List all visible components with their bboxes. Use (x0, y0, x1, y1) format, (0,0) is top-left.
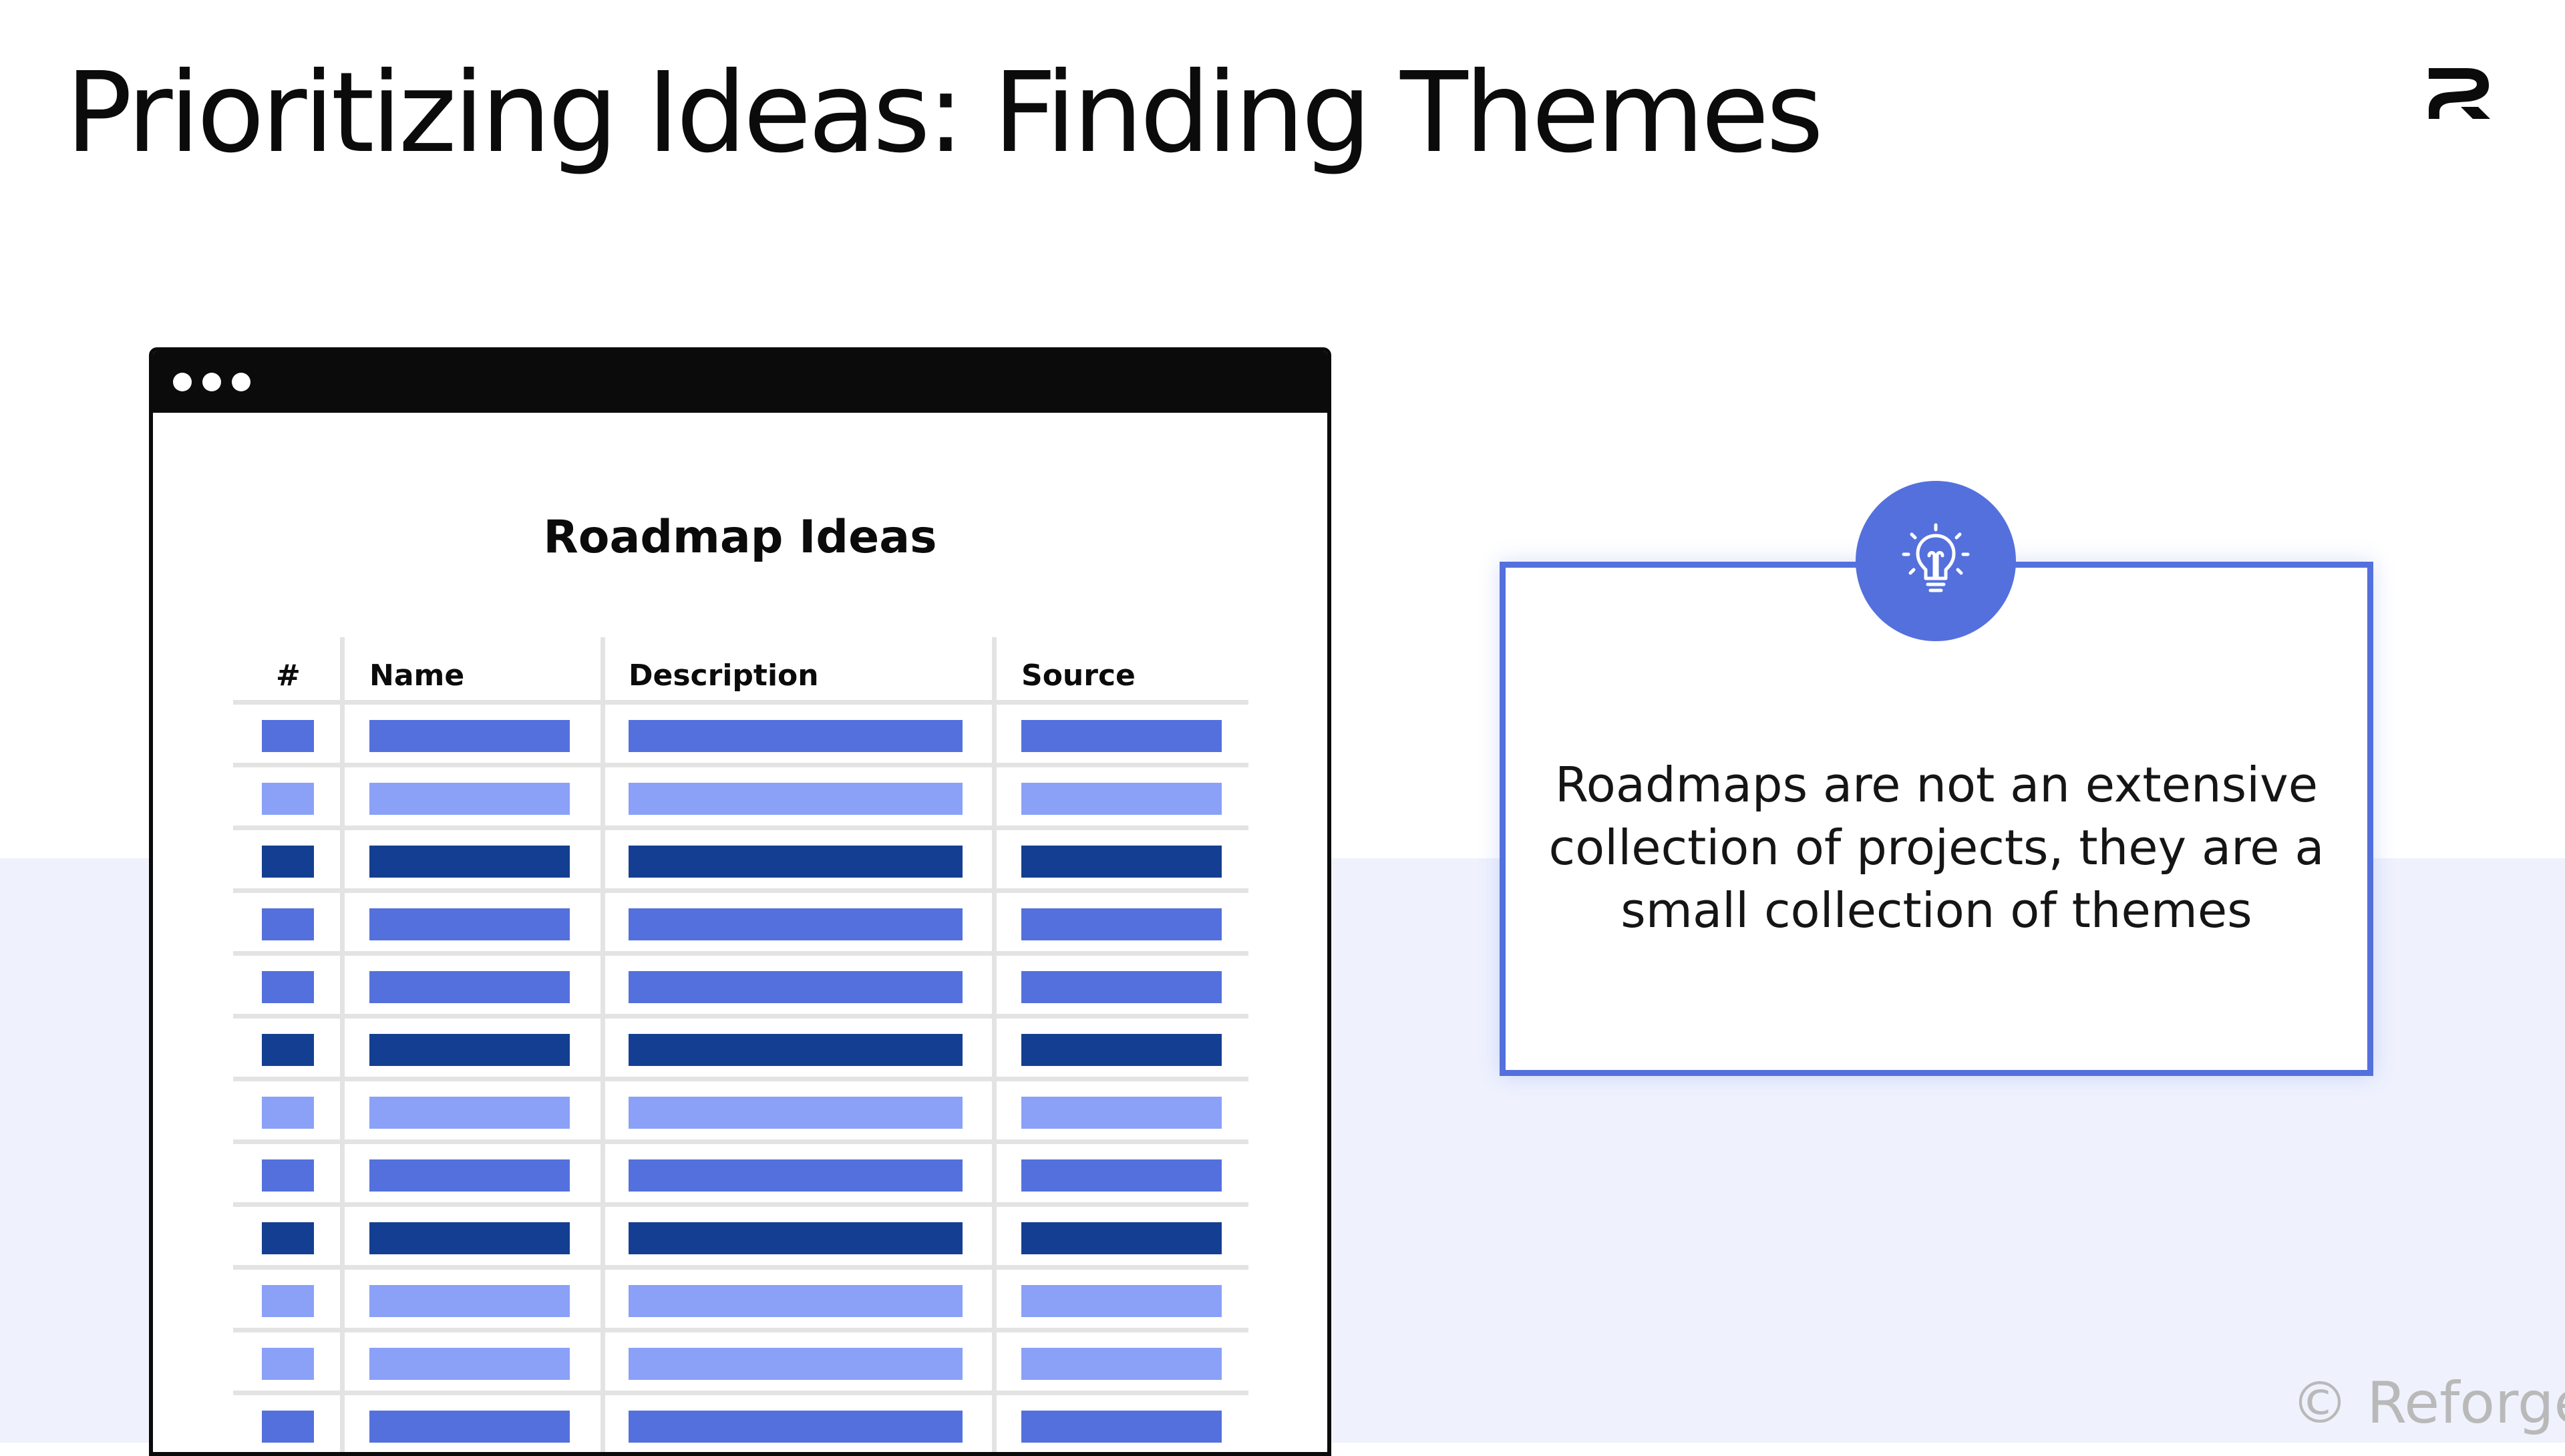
row-divider (233, 826, 1248, 830)
row-description-placeholder (629, 971, 963, 1003)
row-source-placeholder (1021, 1034, 1222, 1066)
row-divider (233, 888, 1248, 893)
row-divider (233, 763, 1248, 767)
table-title: Roadmap Ideas (543, 511, 937, 564)
row-name-placeholder (369, 720, 570, 752)
row-name-placeholder (369, 1097, 570, 1129)
row-source-placeholder (1021, 1348, 1222, 1380)
row-name-placeholder (369, 1222, 570, 1254)
row-number-placeholder (262, 846, 314, 878)
row-divider (233, 1014, 1248, 1019)
row-divider (233, 1139, 1248, 1144)
row-description-placeholder (629, 1159, 963, 1192)
column-header-name: Name (369, 659, 465, 693)
row-description-placeholder (629, 1034, 963, 1066)
row-description-placeholder (629, 1097, 963, 1129)
lightbulb-icon (1902, 523, 1970, 592)
row-name-placeholder (369, 846, 570, 878)
row-source-placeholder (1021, 846, 1222, 878)
callout-text: Roadmaps are not an extensive collection… (1548, 757, 2325, 938)
row-number-placeholder (262, 783, 314, 815)
row-name-placeholder (369, 971, 570, 1003)
column-header-number: # (276, 659, 301, 693)
row-description-placeholder (629, 846, 963, 878)
row-source-placeholder (1021, 1222, 1222, 1254)
window-dot-icon (232, 373, 250, 391)
column-divider (992, 637, 997, 1452)
row-name-placeholder (369, 1411, 570, 1443)
row-description-placeholder (629, 1222, 963, 1254)
row-description-placeholder (629, 1285, 963, 1317)
column-divider (340, 637, 345, 1452)
row-source-placeholder (1021, 1097, 1222, 1129)
row-name-placeholder (369, 1034, 570, 1066)
row-name-placeholder (369, 1159, 570, 1192)
row-number-placeholder (262, 908, 314, 940)
row-divider (233, 1391, 1248, 1395)
row-number-placeholder (262, 1348, 314, 1380)
row-name-placeholder (369, 783, 570, 815)
row-description-placeholder (629, 783, 963, 815)
header-divider (233, 700, 1248, 705)
row-number-placeholder (262, 1097, 314, 1129)
row-number-placeholder (262, 1222, 314, 1254)
browser-title-bar (153, 351, 1327, 413)
row-description-placeholder (629, 908, 963, 940)
row-source-placeholder (1021, 908, 1222, 940)
row-description-placeholder (629, 1348, 963, 1380)
row-description-placeholder (629, 1411, 963, 1443)
slide-title: Prioritizing Ideas: Finding Themes (65, 49, 1824, 178)
callout-icon-badge (1856, 481, 2016, 641)
row-divider (233, 951, 1248, 956)
window-dot-icon (202, 373, 221, 391)
column-header-source: Source (1021, 659, 1136, 693)
row-divider (233, 1202, 1248, 1207)
row-divider (233, 1077, 1248, 1081)
copyright-notice: © Reforge (2291, 1370, 2565, 1437)
row-source-placeholder (1021, 971, 1222, 1003)
row-divider (233, 1453, 1248, 1456)
row-number-placeholder (262, 720, 314, 752)
row-number-placeholder (262, 971, 314, 1003)
row-name-placeholder (369, 1285, 570, 1317)
window-dot-icon (173, 373, 192, 391)
row-source-placeholder (1021, 783, 1222, 815)
column-divider (601, 637, 605, 1452)
row-number-placeholder (262, 1159, 314, 1192)
row-source-placeholder (1021, 1411, 1222, 1443)
row-name-placeholder (369, 908, 570, 940)
row-source-placeholder (1021, 1285, 1222, 1317)
browser-window: Roadmap Ideas # Name Description Source (149, 347, 1331, 1456)
reforge-logo-icon (2429, 68, 2490, 119)
row-name-placeholder (369, 1348, 570, 1380)
row-number-placeholder (262, 1411, 314, 1443)
column-header-description: Description (629, 659, 819, 693)
row-description-placeholder (629, 720, 963, 752)
row-number-placeholder (262, 1034, 314, 1066)
row-source-placeholder (1021, 720, 1222, 752)
row-number-placeholder (262, 1285, 314, 1317)
row-source-placeholder (1021, 1159, 1222, 1192)
row-divider (233, 1265, 1248, 1270)
row-divider (233, 1328, 1248, 1332)
